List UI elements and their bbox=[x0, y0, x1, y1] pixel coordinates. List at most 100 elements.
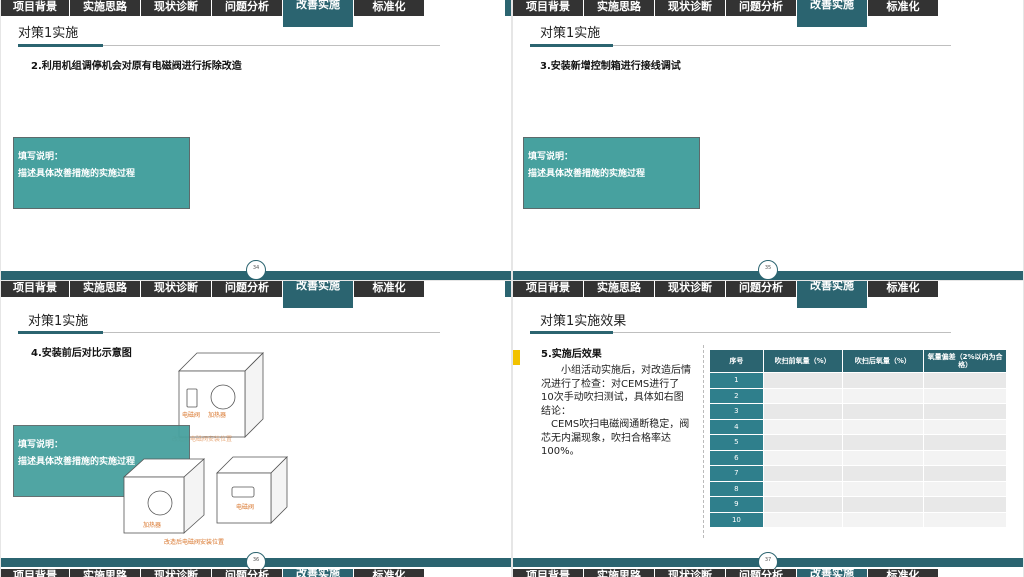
after-heater-label: 加热器 bbox=[143, 522, 162, 529]
row-index: 10 bbox=[709, 511, 764, 528]
tab-problem-analysis[interactable]: 问题分析 bbox=[726, 569, 796, 577]
table-row: 6 bbox=[709, 449, 1007, 466]
table-divider bbox=[703, 345, 704, 538]
tab-problem-analysis[interactable]: 问题分析 bbox=[212, 281, 282, 297]
cell bbox=[762, 418, 843, 435]
table-row: 7 bbox=[709, 465, 1007, 482]
next-slide-tabs: 项目背景 实施思路 现状诊断 问题分析 改善实施 标准化 bbox=[513, 569, 939, 577]
tab-project-background[interactable]: 项目背景 bbox=[513, 0, 583, 16]
cell bbox=[923, 372, 1007, 389]
effect-paragraph: 小组活动实施后，对改造后情况进行了检查：对CEMS进行了10次手动吹扫测试，具体… bbox=[541, 365, 691, 403]
slide-1: 项目背景 实施思路 现状诊断 问题分析 改善实施 标准化 对策1实施 2.利用机… bbox=[1, 0, 511, 280]
nav-tabs: 项目背景 实施思路 现状诊断 问题分析 改善实施 标准化 bbox=[1, 281, 425, 308]
after-caption: 改造后电磁阀安装位置 bbox=[164, 539, 225, 546]
tab-project-background[interactable]: 项目背景 bbox=[1, 281, 69, 297]
tab-implementation-idea[interactable]: 实施思路 bbox=[70, 281, 140, 297]
title-accent bbox=[18, 331, 103, 334]
note-label: 填写说明： bbox=[528, 152, 574, 162]
tab-implementation-idea[interactable]: 实施思路 bbox=[70, 0, 140, 16]
table-row: 5 bbox=[709, 434, 1007, 451]
next-slide-tabs: 项目背景 实施思路 现状诊断 问题分析 改善实施 标准化 bbox=[1, 569, 425, 577]
cell bbox=[762, 511, 843, 528]
cell bbox=[841, 434, 925, 451]
tab-implementation-idea[interactable]: 实施思路 bbox=[584, 281, 654, 297]
tab-implementation-idea[interactable]: 实施思路 bbox=[70, 569, 140, 577]
cell bbox=[762, 480, 843, 497]
tab-standardization[interactable]: 标准化 bbox=[354, 0, 424, 16]
cell bbox=[923, 403, 1007, 420]
col-index: 序号 bbox=[709, 349, 764, 373]
row-index: 4 bbox=[709, 418, 764, 435]
tab-standardization[interactable]: 标准化 bbox=[354, 281, 424, 297]
table-row: 3 bbox=[709, 403, 1007, 420]
tab-status-diagnosis[interactable]: 现状诊断 bbox=[655, 281, 725, 297]
cell bbox=[923, 480, 1007, 497]
tab-status-diagnosis[interactable]: 现状诊断 bbox=[141, 281, 211, 297]
note-label: 填写说明： bbox=[18, 440, 64, 450]
tab-project-background[interactable]: 项目背景 bbox=[1, 569, 69, 577]
title-accent bbox=[18, 44, 103, 47]
conclusion-text: CEMS吹扫电磁阀通断稳定，阀芯无内漏现象，吹扫合格率达100%。 bbox=[541, 419, 690, 457]
tab-implementation-idea[interactable]: 实施思路 bbox=[584, 0, 654, 16]
tab-project-background[interactable]: 项目背景 bbox=[513, 281, 583, 297]
slide-4: 项目背景 实施思路 现状诊断 问题分析 改善实施 标准化 对策1实施效果 5.实… bbox=[513, 281, 1023, 577]
tab-standardization[interactable]: 标准化 bbox=[868, 281, 938, 297]
slide-2: 项目背景 实施思路 现状诊断 问题分析 改善实施 标准化 对策1实施 3.安装新… bbox=[513, 0, 1023, 280]
row-index: 1 bbox=[709, 372, 764, 389]
note-label: 填写说明： bbox=[18, 152, 64, 162]
table-row: 2 bbox=[709, 387, 1007, 404]
nav-tabs: 项目背景 实施思路 现状诊断 问题分析 改善实施 标准化 bbox=[513, 281, 939, 308]
tab-improvement[interactable]: 改善实施 bbox=[283, 569, 353, 577]
tab-status-diagnosis[interactable]: 现状诊断 bbox=[141, 569, 211, 577]
tab-project-background[interactable]: 项目背景 bbox=[1, 0, 69, 16]
tab-problem-analysis[interactable]: 问题分析 bbox=[726, 0, 796, 16]
section-title: 对策1实施 bbox=[540, 26, 601, 41]
row-index: 5 bbox=[709, 434, 764, 451]
note-box: 填写说明： 描述具体改善措施的实施过程 bbox=[13, 137, 190, 209]
after-diagram-heater bbox=[122, 458, 206, 534]
table-row: 9 bbox=[709, 496, 1007, 513]
tab-implementation-idea[interactable]: 实施思路 bbox=[584, 569, 654, 577]
col-after: 吹扫后氧量（%） bbox=[841, 349, 925, 373]
tab-project-background[interactable]: 项目背景 bbox=[513, 569, 583, 577]
cell bbox=[923, 387, 1007, 404]
tab-status-diagnosis[interactable]: 现状诊断 bbox=[655, 569, 725, 577]
note-text: 描述具体改善措施的实施过程 bbox=[528, 169, 646, 179]
row-index: 3 bbox=[709, 403, 764, 420]
table-row: 1 bbox=[709, 372, 1007, 389]
title-accent bbox=[530, 44, 613, 47]
page-number: 34 bbox=[246, 260, 266, 280]
tab-standardization[interactable]: 标准化 bbox=[868, 569, 938, 577]
heater-label: 加热器 bbox=[208, 412, 227, 419]
tab-improvement[interactable]: 改善实施 bbox=[797, 281, 867, 308]
cell bbox=[841, 418, 925, 435]
col-before: 吹扫前氧量（%） bbox=[762, 349, 843, 373]
cell bbox=[762, 465, 843, 482]
tab-status-diagnosis[interactable]: 现状诊断 bbox=[655, 0, 725, 16]
row-index: 2 bbox=[709, 387, 764, 404]
cell bbox=[923, 449, 1007, 466]
row-index: 7 bbox=[709, 465, 764, 482]
step-heading: 2.利用机组调停机会对原有电磁阀进行拆除改造 bbox=[31, 61, 242, 72]
tab-problem-analysis[interactable]: 问题分析 bbox=[726, 281, 796, 297]
tab-problem-analysis[interactable]: 问题分析 bbox=[212, 569, 282, 577]
cell bbox=[923, 511, 1007, 528]
tab-improvement[interactable]: 改善实施 bbox=[283, 0, 353, 27]
conclusion-label: 结论： bbox=[541, 405, 571, 417]
nav-tabs: 项目背景 实施思路 现状诊断 问题分析 改善实施 标准化 bbox=[513, 0, 939, 27]
accent-marker bbox=[513, 350, 520, 365]
cell bbox=[762, 449, 843, 466]
tab-improvement[interactable]: 改善实施 bbox=[797, 569, 867, 577]
tab-problem-analysis[interactable]: 问题分析 bbox=[212, 0, 282, 16]
tab-improvement[interactable]: 改善实施 bbox=[797, 0, 867, 27]
nav-edge bbox=[505, 0, 511, 16]
cell bbox=[923, 434, 1007, 451]
step-heading: 3.安装新增控制箱进行接线调试 bbox=[540, 61, 681, 72]
tab-status-diagnosis[interactable]: 现状诊断 bbox=[141, 0, 211, 16]
nav-tabs: 项目背景 实施思路 现状诊断 问题分析 改善实施 标准化 bbox=[1, 0, 425, 27]
tab-standardization[interactable]: 标准化 bbox=[354, 569, 424, 577]
tab-standardization[interactable]: 标准化 bbox=[868, 0, 938, 16]
cell bbox=[762, 372, 843, 389]
cell bbox=[841, 387, 925, 404]
tab-improvement[interactable]: 改善实施 bbox=[283, 281, 353, 308]
